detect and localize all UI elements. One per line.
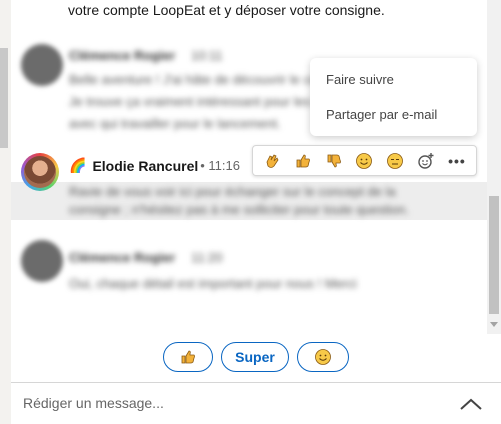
scroll-down-arrow-icon[interactable] xyxy=(490,322,498,327)
sender-header: 🌈 Elodie Rancurel • 11:16 xyxy=(69,157,240,174)
message-line: Ravie de vous voir ici pour échanger sur… xyxy=(69,184,396,199)
message-time: 11:20 xyxy=(191,250,223,265)
message-composer xyxy=(11,382,501,424)
scrollbar-thumb[interactable] xyxy=(489,196,499,314)
message-line: consigne ; n'hésitez pas à me solliciter… xyxy=(69,202,409,217)
menu-item-share-email[interactable]: Partager par e-mail xyxy=(326,107,437,122)
sender-name[interactable]: Elodie Rancurel xyxy=(92,158,198,174)
smile-icon[interactable] xyxy=(355,152,373,170)
sad-icon[interactable] xyxy=(386,152,404,170)
clap-icon[interactable] xyxy=(263,152,281,170)
sender-name: Clémence Rogier xyxy=(69,250,176,265)
thumbs-up-icon xyxy=(181,350,195,364)
thumbs-down-icon[interactable] xyxy=(325,152,343,170)
avatar[interactable] xyxy=(21,44,63,86)
message-line: avec qui travailler pour le lancement. xyxy=(69,116,281,131)
message-time: 10:11 xyxy=(191,48,223,63)
avatar[interactable] xyxy=(21,153,59,191)
quick-reply-super[interactable]: Super xyxy=(221,342,289,372)
sender-name: Clémence Rogier xyxy=(69,48,176,63)
thumbs-up-icon[interactable] xyxy=(294,152,312,170)
quick-reply-smile[interactable] xyxy=(297,342,349,372)
left-panel-mark xyxy=(0,48,8,148)
message-line: Oui, chaque détail est important pour no… xyxy=(69,276,357,291)
quick-reply-thumbs-up[interactable] xyxy=(163,342,213,372)
previous-message-text: votre compte LoopEat et y déposer votre … xyxy=(68,2,385,18)
reaction-bar: ••• xyxy=(252,145,477,176)
message-input[interactable] xyxy=(23,395,423,411)
rainbow-flag-icon: 🌈 xyxy=(69,157,87,173)
left-panel-edge xyxy=(0,0,11,424)
avatar[interactable] xyxy=(21,240,63,282)
menu-item-forward[interactable]: Faire suivre xyxy=(326,72,394,87)
message-time: • 11:16 xyxy=(200,158,240,173)
smile-icon xyxy=(315,349,331,365)
chevron-up-icon[interactable] xyxy=(459,397,483,411)
scrollbar[interactable] xyxy=(487,0,501,334)
quick-replies: Super xyxy=(163,342,349,372)
message-options-menu: Faire suivre Partager par e-mail xyxy=(310,58,477,136)
more-icon[interactable]: ••• xyxy=(448,152,466,170)
add-reaction-icon[interactable] xyxy=(417,152,435,170)
